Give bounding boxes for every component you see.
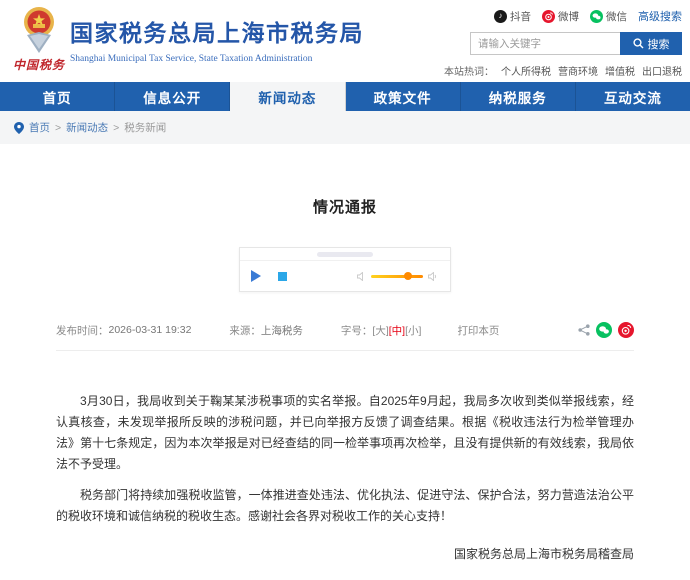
nav-item-interaction[interactable]: 互动交流 — [576, 82, 690, 111]
breadcrumb-separator: > — [55, 121, 62, 134]
site-subtitle: Shanghai Municipal Tax Service, State Ta… — [70, 54, 313, 64]
logo-caption: 中国税务 — [12, 58, 65, 72]
article-body: 3月30日，我局收到关于鞠某某涉税事项的实名举报。自2025年9月起，我局多次收… — [56, 391, 634, 527]
header-right: ♪ 抖音 微博 微信 高级搜索 请输入关键字 搜索 本站热词： 个人所得税 营商… — [444, 8, 682, 78]
fontsize-small[interactable]: [小] — [405, 325, 421, 337]
fontsize-large[interactable]: [大] — [372, 325, 388, 337]
douyin-label: 抖音 — [510, 10, 531, 23]
nav-item-home[interactable]: 首页 — [0, 82, 116, 111]
site-title-block: 国家税务总局上海市税务局 Shanghai Municipal Tax Serv… — [70, 14, 364, 64]
article-signature: 国家税务总局上海市税务局稽查局 — [453, 547, 634, 561]
wechat-link[interactable]: 微信 — [590, 9, 627, 24]
search-button[interactable]: 搜索 — [620, 32, 682, 55]
advanced-search-link[interactable]: 高级搜索 — [638, 8, 682, 24]
share-group — [578, 322, 634, 338]
national-emblem-icon — [24, 7, 54, 53]
volume-knob[interactable] — [404, 272, 413, 280]
publish-time-label: 发布时间： — [56, 324, 109, 337]
site-header: 中国税务 国家税务总局上海市税务局 Shanghai Municipal Tax… — [0, 0, 690, 82]
share-weibo-icon[interactable] — [618, 322, 634, 338]
search-icon — [632, 38, 643, 49]
location-pin-icon — [14, 121, 24, 134]
search-button-label: 搜索 — [647, 38, 670, 51]
volume-up-icon[interactable] — [428, 271, 439, 281]
article-paragraph: 3月30日，我局收到关于鞠某某涉税事项的实名举报。自2025年9月起，我局多次收… — [56, 394, 634, 471]
source-value: 上海税务 — [260, 324, 303, 337]
stop-button[interactable] — [278, 271, 287, 281]
search-input[interactable] — [470, 32, 620, 55]
douyin-icon: ♪ — [494, 9, 507, 23]
hotword-link[interactable]: 个人所得税 — [501, 63, 551, 78]
hotword-link[interactable]: 营商环境 — [558, 63, 598, 78]
main-nav: 首页 信息公开 新闻动态 政策文件 纳税服务 互动交流 — [0, 82, 690, 111]
weibo-label: 微博 — [558, 10, 579, 23]
nav-item-tax-service[interactable]: 纳税服务 — [461, 82, 576, 111]
print-page-button[interactable]: 打印本页 — [457, 323, 499, 338]
breadcrumb-news[interactable]: 新闻动态 — [66, 120, 108, 135]
fontsize-control: 字号：[大][中][小] — [341, 323, 422, 338]
search-bar: 搜索 — [470, 32, 682, 55]
breadcrumb: 首页 > 新闻动态 > 税务新闻 — [0, 111, 690, 144]
share-icon[interactable] — [578, 324, 590, 336]
wechat-icon — [590, 9, 603, 23]
hotwords-label: 本站热词： — [444, 67, 494, 78]
breadcrumb-home[interactable]: 首页 — [29, 120, 50, 135]
share-wechat-icon[interactable] — [596, 322, 612, 338]
volume-slider[interactable] — [371, 272, 423, 280]
hotwords-row: 本站热词： 个人所得税 营商环境 增值税 出口退税 — [444, 63, 682, 78]
audio-progress-pill — [317, 252, 373, 257]
nav-item-info-disclosure[interactable]: 信息公开 — [115, 82, 231, 111]
article-paragraph: 税务部门将持续加强税收监管，一体推进查处违法、优化执法、促进守法、保护合法，努力… — [56, 488, 634, 523]
nav-item-policy[interactable]: 政策文件 — [346, 82, 461, 111]
site-title: 国家税务总局上海市税务局 — [70, 20, 364, 46]
site-logo[interactable]: 中国税务 — [8, 5, 70, 79]
douyin-link[interactable]: ♪ 抖音 — [494, 9, 531, 24]
volume-down-icon[interactable] — [357, 271, 366, 281]
publish-time-value: 2026-03-31 19:32 — [108, 324, 192, 336]
play-button[interactable] — [251, 270, 261, 282]
audio-player — [239, 247, 451, 292]
article-meta: 发布时间： 2026-03-31 19:32 来源：上海税务 字号：[大][中]… — [56, 322, 634, 351]
hotword-link[interactable]: 出口退税 — [642, 63, 682, 78]
audio-player-controls — [240, 261, 450, 291]
social-row: ♪ 抖音 微博 微信 高级搜索 — [470, 8, 682, 24]
wechat-label: 微信 — [606, 10, 627, 23]
nav-item-news[interactable]: 新闻动态 — [230, 82, 346, 111]
breadcrumb-separator: > — [113, 121, 120, 134]
hotword-link[interactable]: 增值税 — [605, 63, 635, 78]
fontsize-medium[interactable]: [中] — [389, 325, 405, 337]
article-content: 情况通报 发布时间： 2026-03-31 19:32 来源：上海税务 字号：[… — [0, 144, 690, 562]
volume-group — [357, 271, 439, 281]
weibo-link[interactable]: 微博 — [542, 9, 579, 24]
audio-player-header — [240, 248, 450, 261]
fontsize-label: 字号： — [340, 324, 373, 337]
article-title: 情况通报 — [312, 199, 377, 216]
weibo-icon — [542, 9, 555, 23]
source-label: 来源： — [229, 324, 261, 337]
breadcrumb-current: 税务新闻 — [124, 122, 167, 134]
